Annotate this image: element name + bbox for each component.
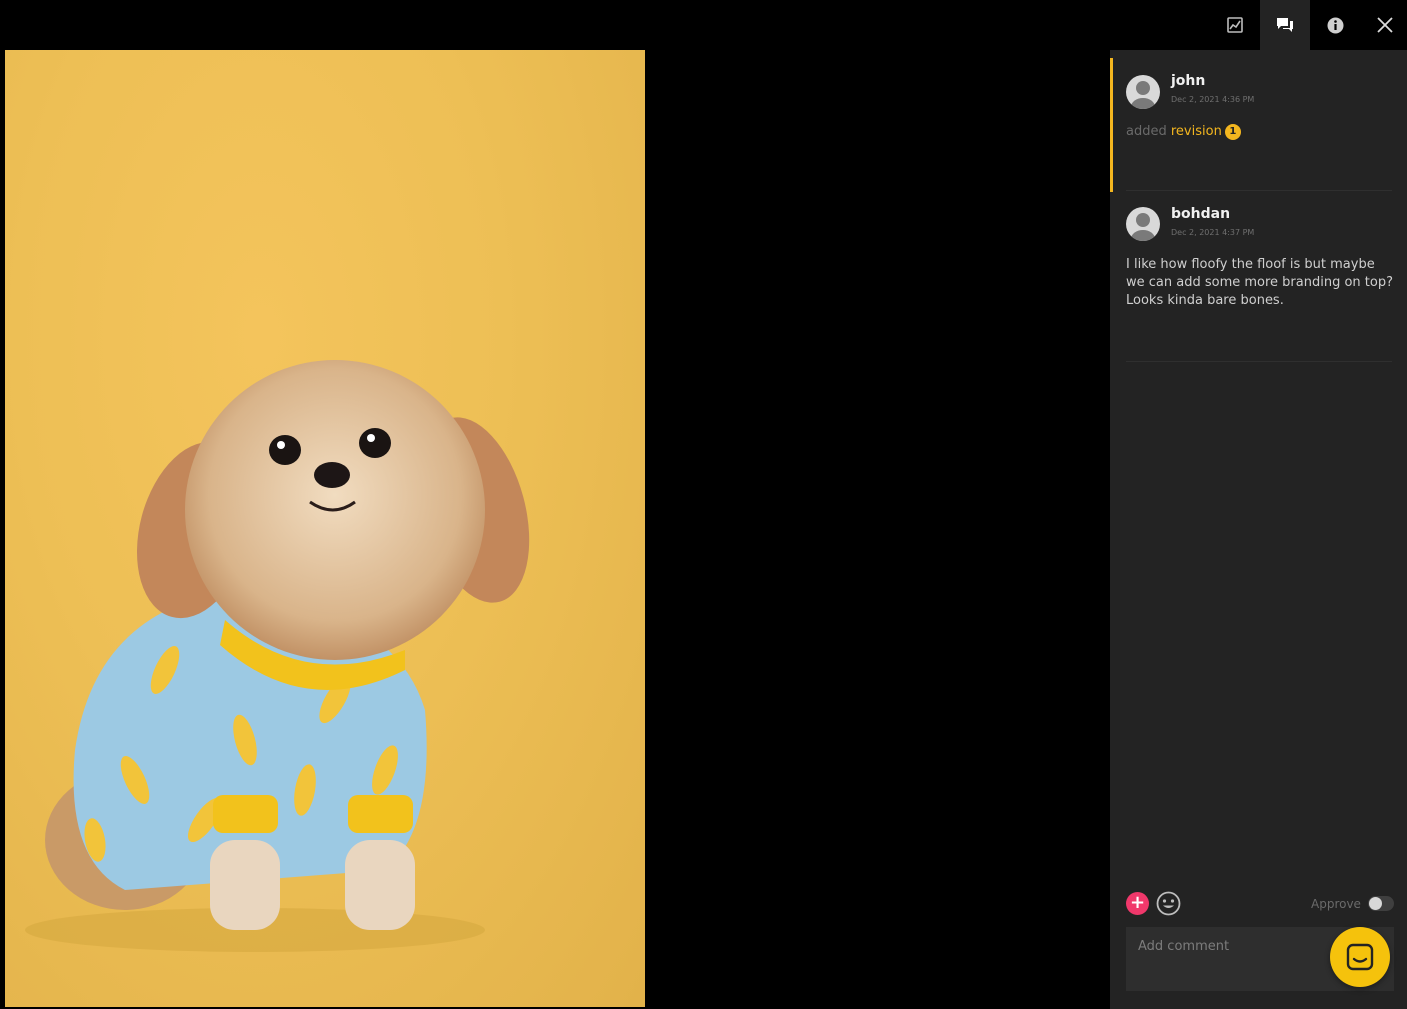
toggle-knob: [1369, 897, 1382, 910]
activity-text: added revision 1: [1126, 124, 1241, 140]
revision-number-badge[interactable]: 1: [1224, 124, 1241, 140]
image-viewer: [0, 50, 1110, 1009]
comment-entry: bohdan Dec 2, 2021 4:37 PM I like how fl…: [1110, 192, 1407, 362]
comment-divider: [1126, 190, 1392, 191]
comments-panel: john Dec 2, 2021 4:36 PM added revision 1…: [1110, 50, 1407, 1009]
avatar: [1126, 207, 1160, 241]
comment-timestamp: Dec 2, 2021 4:37 PM: [1171, 228, 1255, 237]
top-toolbar: [0, 0, 1407, 50]
smiley-icon: [1156, 891, 1181, 916]
comment-timestamp: Dec 2, 2021 4:36 PM: [1171, 95, 1255, 104]
activity-chart-icon: [1227, 17, 1243, 33]
user-avatar-icon: [1131, 213, 1155, 241]
dog-illustration: [25, 360, 530, 952]
approve-label: Approve: [1311, 897, 1361, 911]
comment-author: bohdan: [1171, 206, 1231, 222]
approve-toggle[interactable]: [1368, 896, 1394, 911]
info-icon: [1327, 17, 1343, 33]
revision-link[interactable]: revision: [1171, 124, 1222, 139]
preview-image: [5, 50, 645, 1007]
avatar: [1126, 75, 1160, 109]
comment-divider: [1126, 361, 1392, 362]
comments-icon: [1277, 18, 1293, 32]
close-icon: [1377, 17, 1393, 33]
emoji-button[interactable]: [1156, 891, 1181, 916]
activity-chart-button[interactable]: [1210, 0, 1260, 50]
comment-text: I like how floofy the floof is but maybe…: [1126, 257, 1393, 308]
chat-launcher-icon: [1346, 943, 1374, 971]
info-button[interactable]: [1310, 0, 1360, 50]
add-attachment-button[interactable]: +: [1126, 892, 1149, 915]
comment-author: john: [1171, 73, 1206, 89]
activity-action: added: [1126, 124, 1167, 139]
comments-tab-button[interactable]: [1260, 0, 1310, 50]
activity-entry: john Dec 2, 2021 4:36 PM added revision 1: [1110, 58, 1407, 192]
close-button[interactable]: [1360, 0, 1407, 50]
support-chat-button[interactable]: [1330, 927, 1390, 987]
user-avatar-icon: [1131, 81, 1155, 109]
